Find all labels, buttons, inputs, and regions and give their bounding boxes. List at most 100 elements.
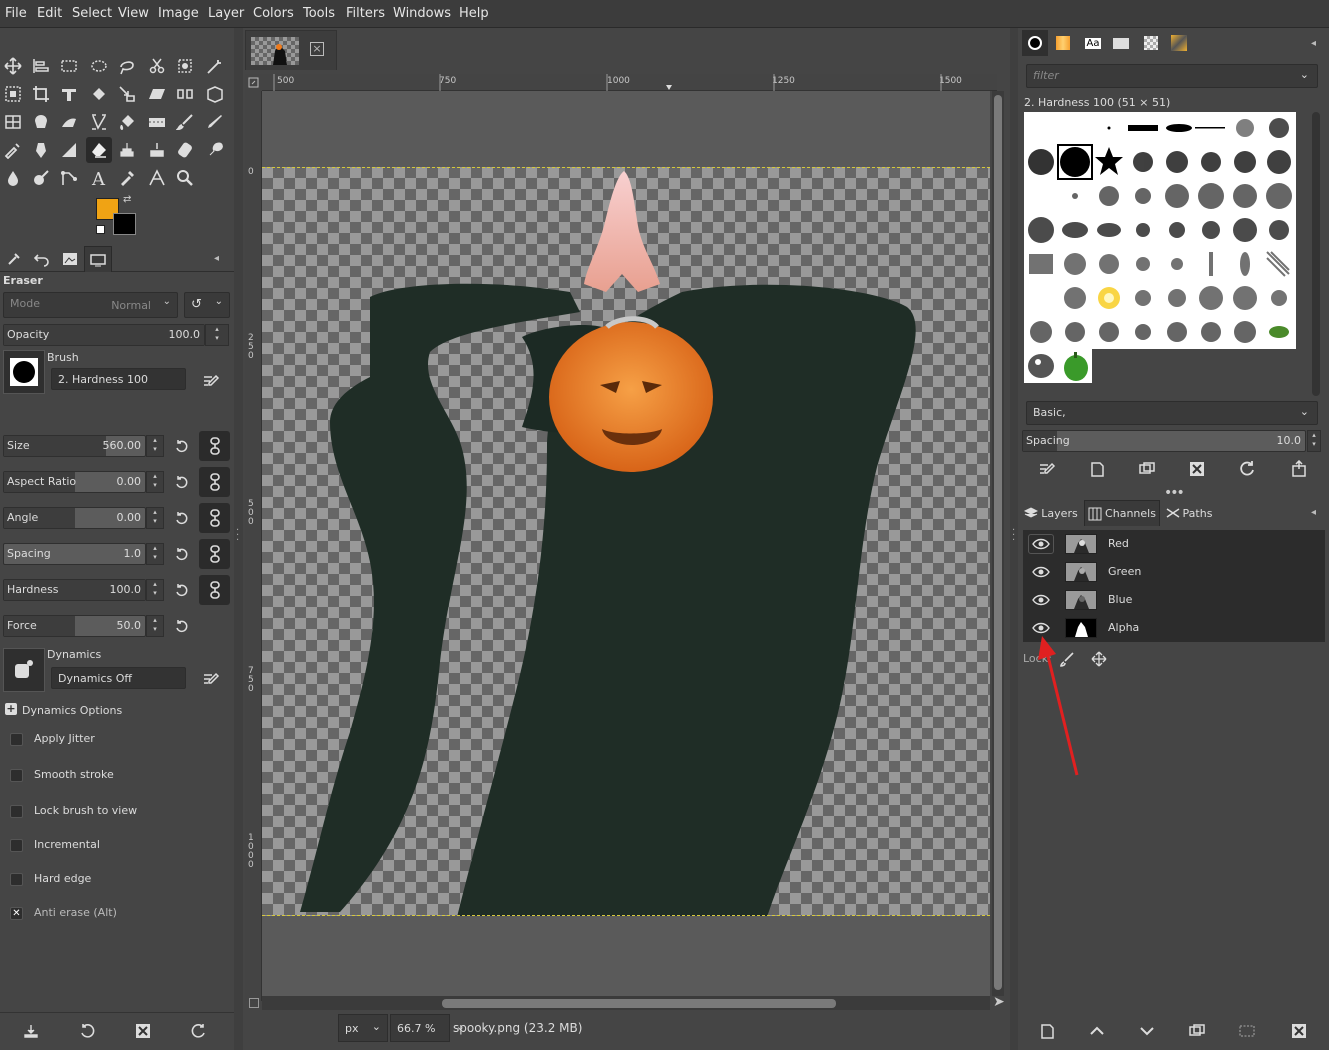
- brush-preview[interactable]: [3, 350, 45, 394]
- reset-angle-icon[interactable]: [172, 508, 192, 528]
- align-tool-icon[interactable]: [28, 53, 54, 79]
- color-picker-icon[interactable]: [114, 165, 140, 191]
- zoom-tool-icon[interactable]: [172, 165, 198, 191]
- tab-undo-history[interactable]: [28, 246, 56, 272]
- channel-row-green[interactable]: Green: [1023, 558, 1325, 586]
- tab-fonts[interactable]: Aa: [1080, 30, 1106, 56]
- force-slider[interactable]: Force 50.0: [3, 615, 146, 637]
- angle-spinner[interactable]: ▴ ▾: [146, 507, 164, 529]
- clone-tool-icon[interactable]: [114, 137, 140, 163]
- shear-tool-icon[interactable]: [144, 81, 170, 107]
- ruler-corner[interactable]: [245, 74, 262, 91]
- text-tool-icon[interactable]: A: [86, 165, 112, 191]
- anti-erase-alt-checkbox-row[interactable]: ✕ Anti erase (Alt): [10, 906, 210, 924]
- airbrush-icon[interactable]: [0, 137, 26, 163]
- smudge-tool-icon[interactable]: [202, 137, 228, 163]
- brush-name-field[interactable]: 2. Hardness 100: [51, 368, 186, 390]
- dock-menu-icon[interactable]: ◂: [1311, 38, 1316, 49]
- reset-hardness-icon[interactable]: [172, 580, 192, 600]
- horizontal-scrollbar[interactable]: [262, 996, 990, 1010]
- tab-brushes[interactable]: [1022, 30, 1048, 56]
- brush-grid[interactable]: [1024, 112, 1296, 349]
- apply-jitter-checkbox-row[interactable]: Apply Jitter: [10, 732, 210, 750]
- restore-options-icon[interactable]: [76, 1021, 98, 1041]
- eraser-tool-icon[interactable]: [86, 137, 112, 163]
- perspective-tool-icon[interactable]: [202, 81, 228, 107]
- unit-combo[interactable]: px ⌄: [338, 1014, 388, 1042]
- unified-transform-icon[interactable]: [56, 81, 82, 107]
- dodge-burn-icon[interactable]: [28, 165, 54, 191]
- mode-reset-combo[interactable]: ↺ ⌄: [184, 292, 230, 318]
- hard-edge-checkbox-row[interactable]: Hard edge: [10, 872, 210, 890]
- link-spacing-to-brush-icon[interactable]: [199, 539, 230, 569]
- reset-size-icon[interactable]: [172, 436, 192, 456]
- edit-dynamics-icon[interactable]: [200, 668, 222, 690]
- hard-edge-checkbox[interactable]: [10, 873, 23, 886]
- swap-colors-icon[interactable]: ⇄: [123, 194, 131, 205]
- new-brush-icon[interactable]: [1086, 458, 1108, 480]
- lower-channel-icon[interactable]: [1136, 1020, 1158, 1042]
- rect-select-icon[interactable]: [56, 53, 82, 79]
- link-hardness-to-brush-icon[interactable]: [199, 575, 230, 605]
- brush-filter-input[interactable]: filter ⌄: [1026, 64, 1318, 88]
- perspective-clone-icon[interactable]: [172, 137, 198, 163]
- spacing-spinner[interactable]: ▴ ▾: [146, 543, 164, 565]
- dynamics-options-label[interactable]: Dynamics Options: [22, 704, 122, 717]
- link-angle-to-brush-icon[interactable]: [199, 503, 230, 533]
- tab-device-status[interactable]: [84, 246, 112, 272]
- eye-icon[interactable]: [1028, 590, 1054, 610]
- opacity-slider[interactable]: Opacity 100.0: [3, 324, 205, 346]
- menu-image[interactable]: Image: [158, 6, 199, 21]
- by-color-select-icon[interactable]: [0, 81, 26, 107]
- menu-colors[interactable]: Colors: [253, 6, 294, 21]
- menu-file[interactable]: File: [5, 6, 27, 21]
- brush-tag-combo[interactable]: Basic, ⌄: [1026, 401, 1318, 425]
- opacity-spinner[interactable]: ▴ ▾: [205, 324, 229, 346]
- menu-view[interactable]: View: [118, 6, 149, 21]
- raise-channel-icon[interactable]: [1086, 1020, 1108, 1042]
- path-tool-icon[interactable]: [86, 109, 112, 135]
- channel-to-selection-icon[interactable]: [1236, 1020, 1258, 1042]
- hardness-spinner[interactable]: ▴ ▾: [146, 579, 164, 601]
- horizontal-scroll-thumb[interactable]: [442, 999, 836, 1008]
- quick-mask-toggle-icon[interactable]: [249, 998, 259, 1008]
- menu-tools[interactable]: Tools: [303, 6, 335, 21]
- delete-options-icon[interactable]: [132, 1021, 154, 1041]
- apply-jitter-checkbox[interactable]: [10, 733, 23, 746]
- menu-edit[interactable]: Edit: [37, 6, 62, 21]
- brush-grid-last-row[interactable]: [1024, 349, 1092, 383]
- duplicate-brush-icon[interactable]: [1136, 458, 1158, 480]
- channel-row-blue[interactable]: Blue: [1023, 586, 1325, 614]
- menu-help[interactable]: Help: [459, 6, 489, 21]
- reset-aspect-ratio-icon[interactable]: [172, 472, 192, 492]
- close-image-icon[interactable]: ×: [310, 42, 324, 56]
- measure-path-icon[interactable]: [56, 165, 82, 191]
- link-aspect-ratio-to-brush-icon[interactable]: [199, 467, 230, 497]
- scissors-icon[interactable]: [144, 53, 170, 79]
- incremental-checkbox-row[interactable]: Incremental: [10, 838, 210, 856]
- dock-menu-icon[interactable]: ◂: [214, 253, 219, 264]
- horizontal-ruler[interactable]: 500 750 1000 1250 1500: [262, 74, 997, 91]
- reset-options-icon[interactable]: [188, 1021, 210, 1041]
- zoom-combo[interactable]: 66.7 % ⌄: [390, 1014, 465, 1042]
- free-select-icon[interactable]: [114, 53, 140, 79]
- fuzzy-select-icon[interactable]: [202, 53, 228, 79]
- delete-channel-icon[interactable]: [1288, 1020, 1310, 1042]
- default-colors-icon[interactable]: [96, 225, 105, 234]
- dock-menu-icon[interactable]: ◂: [1311, 507, 1316, 518]
- size-slider[interactable]: Size 560.00: [3, 435, 146, 457]
- duplicate-channel-icon[interactable]: [1186, 1020, 1208, 1042]
- tab-tool-options[interactable]: [0, 246, 28, 272]
- aspect-ratio-slider[interactable]: Aspect Ratio 0.00: [3, 471, 146, 493]
- mode-combo[interactable]: Mode Normal ⌄: [3, 292, 178, 318]
- heal-tool-icon[interactable]: [144, 137, 170, 163]
- right-pane-divider[interactable]: · · ·: [1010, 28, 1018, 1050]
- edit-brush-icon[interactable]: [200, 370, 222, 392]
- lock-brush-to-view-checkbox[interactable]: [10, 805, 23, 818]
- brush-spacing-slider[interactable]: Spacing 10.0: [1022, 430, 1306, 452]
- spacing-slider[interactable]: Spacing 1.0: [3, 543, 146, 565]
- vertical-ruler[interactable]: 0 250 500 750 1000: [245, 91, 262, 1001]
- bucket-fill-icon[interactable]: [114, 109, 140, 135]
- size-spinner[interactable]: ▴ ▾: [146, 435, 164, 457]
- tab-patterns[interactable]: [1050, 30, 1076, 56]
